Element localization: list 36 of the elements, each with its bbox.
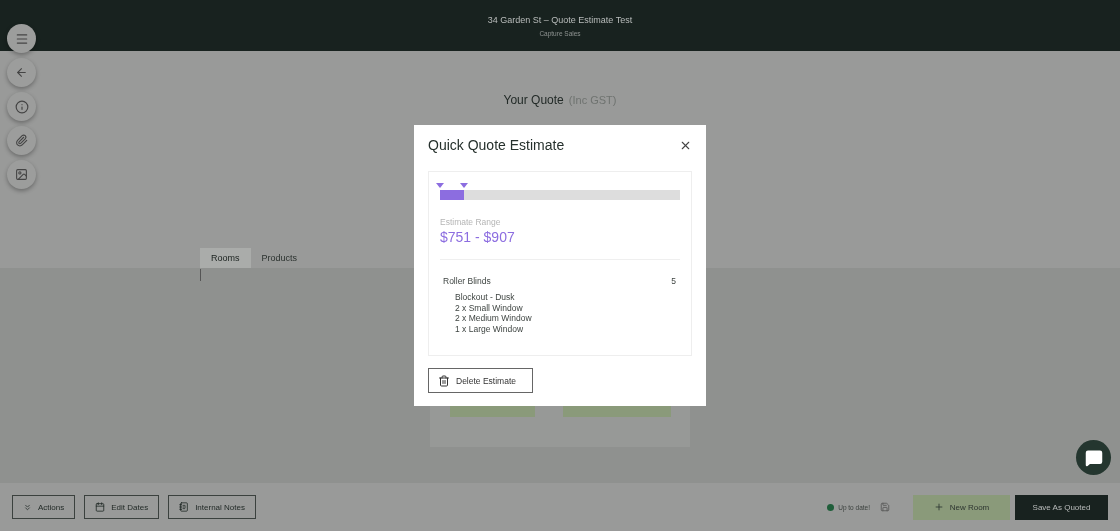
chevrons-down-icon (23, 502, 32, 512)
save-as-quoted-button[interactable]: Save As Quoted (1015, 494, 1108, 520)
product-count: 5 (671, 276, 676, 286)
range-markers-drawing (436, 183, 468, 189)
notebook-icon (179, 502, 190, 512)
dialog-title: Quick Quote Estimate (428, 137, 565, 153)
info-button[interactable] (7, 92, 36, 121)
product-detail: Blockout - Dusk (455, 292, 516, 303)
back-button[interactable] (7, 58, 36, 87)
paperclip-icon (15, 134, 28, 147)
product-detail: 1 x Large Window (455, 323, 525, 334)
chat-icon (1084, 448, 1103, 467)
tab[interactable]: Rooms (200, 248, 251, 268)
trash-icon (438, 374, 450, 387)
footer-button[interactable]: Internal Notes (168, 495, 256, 519)
plus-icon (933, 502, 944, 512)
image-icon (15, 168, 28, 181)
range-value: $751 - $907 (440, 229, 516, 245)
calendar-icon (95, 502, 106, 512)
save-icon[interactable] (880, 502, 890, 512)
attachment-button[interactable] (7, 126, 36, 155)
text-cursor (200, 269, 201, 281)
image-button[interactable] (7, 160, 36, 189)
footer-button[interactable]: Actions (12, 495, 76, 519)
new-room-button[interactable]: New Room (913, 494, 1010, 520)
product-detail: 2 x Small Window (455, 302, 524, 313)
info-icon (14, 99, 29, 114)
product-detail: 2 x Medium Window (455, 313, 533, 324)
footer-button[interactable]: Edit Dates (84, 495, 160, 519)
range-label: Estimate Range (440, 217, 502, 227)
menu-icon (14, 31, 29, 46)
product-name: Roller Blinds (443, 276, 491, 286)
quote-title: Your Quote (503, 93, 564, 107)
back-arrow-icon (15, 66, 28, 79)
header-title: 34 Garden St – Quote Estimate Test (487, 14, 633, 25)
delete-estimate-button[interactable]: Delete Estimate (428, 368, 533, 393)
